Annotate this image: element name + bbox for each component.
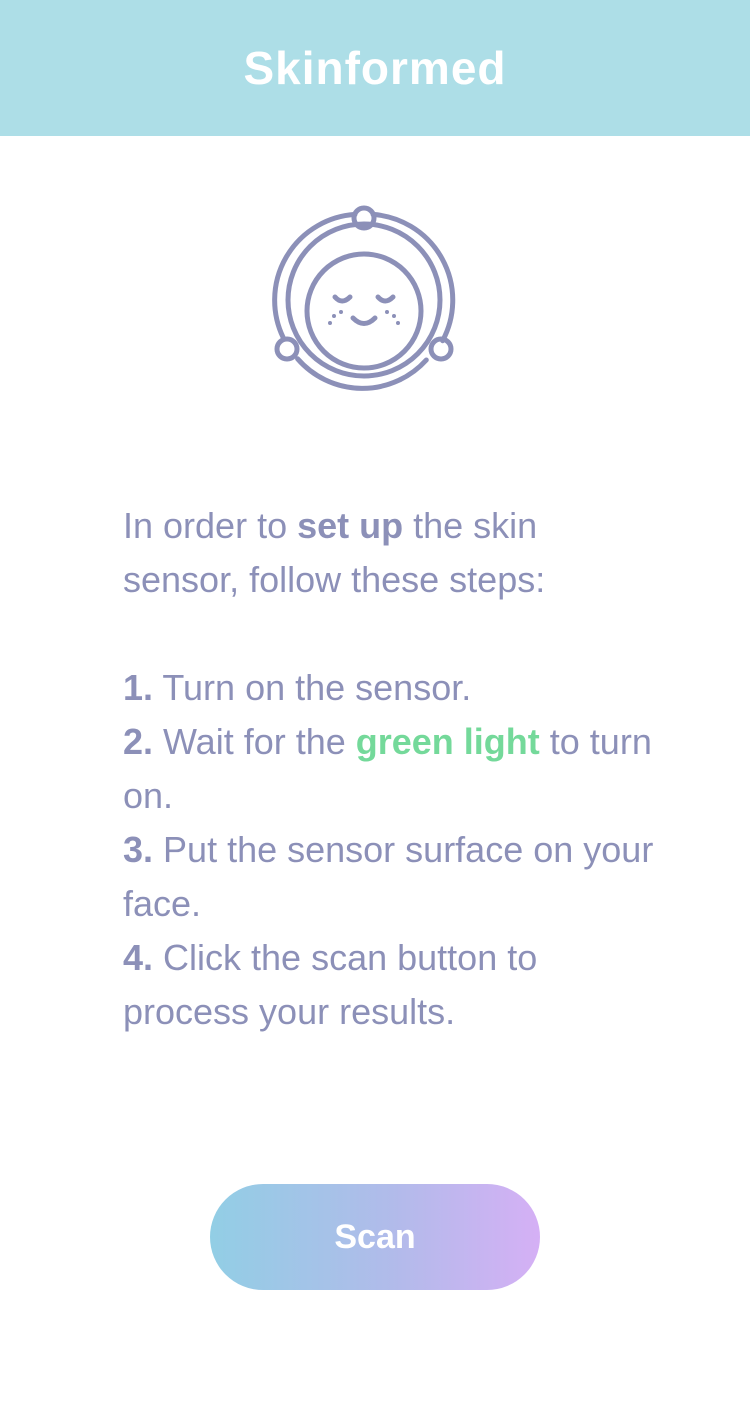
green-light-highlight: green light: [355, 721, 540, 762]
setup-screen: Skinformed In order to set up the skin s…: [0, 0, 750, 1426]
intro-text-start: In order to: [123, 505, 298, 546]
step-text: Put the sensor surface on your face.: [123, 829, 654, 924]
setup-instructions: In order to set up the skin sensor, foll…: [123, 499, 663, 1039]
step-number: 2.: [123, 721, 154, 762]
intro-emphasis: set up: [297, 505, 404, 546]
step-text: Click the scan button to process your re…: [123, 937, 538, 1032]
step-3: 3. Put the sensor surface on your face.: [123, 823, 663, 931]
app-title: Skinformed: [243, 42, 507, 94]
step-1: 1. Turn on the sensor.: [123, 661, 663, 715]
step-number: 4.: [123, 937, 154, 978]
step-number: 3.: [123, 829, 154, 870]
step-text: Wait for the: [153, 721, 356, 762]
step-text: Turn on the sensor.: [153, 667, 472, 708]
sensor-face-icon: [264, 198, 464, 404]
step-4: 4. Click the scan button to process your…: [123, 931, 663, 1039]
scan-button[interactable]: Scan: [210, 1184, 540, 1290]
step-2: 2. Wait for the green light to turn on.: [123, 715, 663, 823]
scan-button-label: Scan: [334, 1217, 416, 1256]
instructions-intro: In order to set up the skin sensor, foll…: [123, 499, 663, 607]
app-header: Skinformed: [0, 0, 750, 136]
step-number: 1.: [123, 667, 154, 708]
